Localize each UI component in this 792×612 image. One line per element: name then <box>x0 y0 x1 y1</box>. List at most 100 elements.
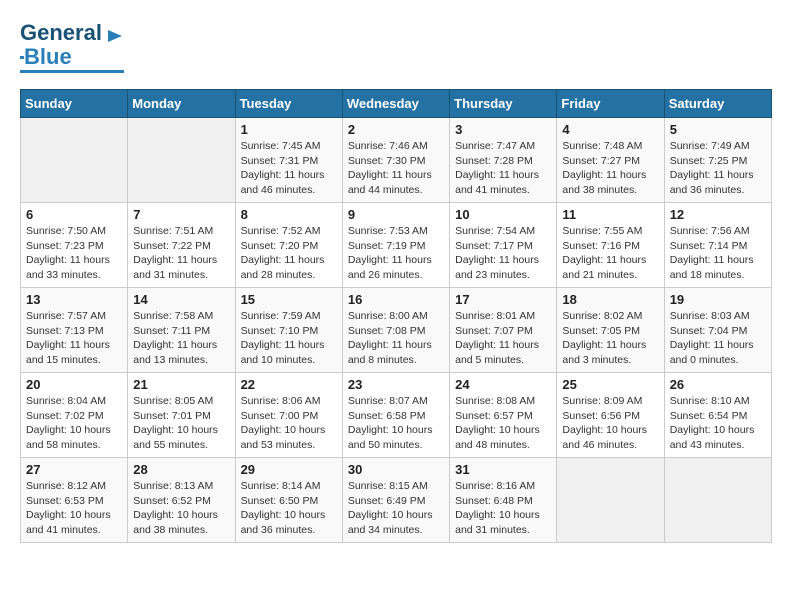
calendar-week-row: 27 Sunrise: 8:12 AM Sunset: 6:53 PM Dayli… <box>21 458 772 543</box>
calendar-cell: 28 Sunrise: 8:13 AM Sunset: 6:52 PM Dayli… <box>128 458 235 543</box>
day-info: Sunrise: 8:01 AM Sunset: 7:07 PM Dayligh… <box>455 309 551 368</box>
day-info: Sunrise: 8:02 AM Sunset: 7:05 PM Dayligh… <box>562 309 658 368</box>
day-info: Sunrise: 8:13 AM Sunset: 6:52 PM Dayligh… <box>133 479 229 538</box>
day-info: Sunrise: 7:52 AM Sunset: 7:20 PM Dayligh… <box>241 224 337 283</box>
day-info: Sunrise: 7:56 AM Sunset: 7:14 PM Dayligh… <box>670 224 766 283</box>
calendar-week-row: 20 Sunrise: 8:04 AM Sunset: 7:02 PM Dayli… <box>21 373 772 458</box>
logo-arrow-icon <box>108 28 124 44</box>
weekday-header-thursday: Thursday <box>450 90 557 118</box>
calendar-cell: 3Sunrise: 7:47 AM Sunset: 7:28 PM Daylig… <box>450 118 557 203</box>
day-info: Sunrise: 8:14 AM Sunset: 6:50 PM Dayligh… <box>241 479 337 538</box>
day-number: 24 <box>455 377 551 392</box>
weekday-header-tuesday: Tuesday <box>235 90 342 118</box>
day-number: 29 <box>241 462 337 477</box>
weekday-header-monday: Monday <box>128 90 235 118</box>
calendar-cell: 29 Sunrise: 8:14 AM Sunset: 6:50 PM Dayli… <box>235 458 342 543</box>
day-info: Sunrise: 7:49 AM Sunset: 7:25 PM Dayligh… <box>670 139 766 198</box>
day-number: 21 <box>133 377 229 392</box>
day-info: Sunrise: 8:09 AM Sunset: 6:56 PM Dayligh… <box>562 394 658 453</box>
day-info: Sunrise: 8:07 AM Sunset: 6:58 PM Dayligh… <box>348 394 444 453</box>
day-info: Sunrise: 7:46 AM Sunset: 7:30 PM Dayligh… <box>348 139 444 198</box>
calendar-cell: 27 Sunrise: 8:12 AM Sunset: 6:53 PM Dayli… <box>21 458 128 543</box>
logo-general: General <box>20 20 102 45</box>
day-number: 17 <box>455 292 551 307</box>
calendar-cell: 22 Sunrise: 8:06 AM Sunset: 7:00 PM Dayli… <box>235 373 342 458</box>
calendar-cell <box>21 118 128 203</box>
day-number: 31 <box>455 462 551 477</box>
day-info: Sunrise: 8:16 AM Sunset: 6:48 PM Dayligh… <box>455 479 551 538</box>
calendar-cell: 20 Sunrise: 8:04 AM Sunset: 7:02 PM Dayli… <box>21 373 128 458</box>
calendar-cell: 7 Sunrise: 7:51 AM Sunset: 7:22 PM Daylig… <box>128 203 235 288</box>
day-number: 30 <box>348 462 444 477</box>
calendar-cell: 15Sunrise: 7:59 AM Sunset: 7:10 PM Dayli… <box>235 288 342 373</box>
calendar-week-row: 6 Sunrise: 7:50 AM Sunset: 7:23 PM Daylig… <box>21 203 772 288</box>
weekday-header-sunday: Sunday <box>21 90 128 118</box>
calendar-cell <box>557 458 664 543</box>
calendar-table: SundayMondayTuesdayWednesdayThursdayFrid… <box>20 89 772 543</box>
calendar-cell: 14Sunrise: 7:58 AM Sunset: 7:11 PM Dayli… <box>128 288 235 373</box>
day-number: 5 <box>670 122 766 137</box>
weekday-header-friday: Friday <box>557 90 664 118</box>
calendar-cell: 4 Sunrise: 7:48 AM Sunset: 7:27 PM Daylig… <box>557 118 664 203</box>
day-info: Sunrise: 8:08 AM Sunset: 6:57 PM Dayligh… <box>455 394 551 453</box>
calendar-cell: 11 Sunrise: 7:55 AM Sunset: 7:16 PM Dayli… <box>557 203 664 288</box>
calendar-cell: 12 Sunrise: 7:56 AM Sunset: 7:14 PM Dayli… <box>664 203 771 288</box>
calendar-cell: 30 Sunrise: 8:15 AM Sunset: 6:49 PM Dayli… <box>342 458 449 543</box>
day-info: Sunrise: 7:54 AM Sunset: 7:17 PM Dayligh… <box>455 224 551 283</box>
day-number: 11 <box>562 207 658 222</box>
day-number: 9 <box>348 207 444 222</box>
calendar-cell: 26Sunrise: 8:10 AM Sunset: 6:54 PM Dayli… <box>664 373 771 458</box>
calendar-cell: 24 Sunrise: 8:08 AM Sunset: 6:57 PM Dayli… <box>450 373 557 458</box>
weekday-header-saturday: Saturday <box>664 90 771 118</box>
calendar-cell: 19 Sunrise: 8:03 AM Sunset: 7:04 PM Dayli… <box>664 288 771 373</box>
page-header: General Blue <box>20 20 772 73</box>
day-number: 6 <box>26 207 122 222</box>
day-number: 8 <box>241 207 337 222</box>
day-info: Sunrise: 7:45 AM Sunset: 7:31 PM Dayligh… <box>241 139 337 198</box>
day-number: 22 <box>241 377 337 392</box>
calendar-cell: 9 Sunrise: 7:53 AM Sunset: 7:19 PM Daylig… <box>342 203 449 288</box>
logo-underline <box>20 70 124 73</box>
day-number: 4 <box>562 122 658 137</box>
day-info: Sunrise: 7:48 AM Sunset: 7:27 PM Dayligh… <box>562 139 658 198</box>
day-number: 3 <box>455 122 551 137</box>
calendar-week-row: 1 Sunrise: 7:45 AM Sunset: 7:31 PM Daylig… <box>21 118 772 203</box>
calendar-cell: 5 Sunrise: 7:49 AM Sunset: 7:25 PM Daylig… <box>664 118 771 203</box>
day-info: Sunrise: 8:15 AM Sunset: 6:49 PM Dayligh… <box>348 479 444 538</box>
day-number: 25 <box>562 377 658 392</box>
day-info: Sunrise: 8:03 AM Sunset: 7:04 PM Dayligh… <box>670 309 766 368</box>
calendar-cell: 6 Sunrise: 7:50 AM Sunset: 7:23 PM Daylig… <box>21 203 128 288</box>
day-number: 19 <box>670 292 766 307</box>
day-info: Sunrise: 8:04 AM Sunset: 7:02 PM Dayligh… <box>26 394 122 453</box>
day-info: Sunrise: 8:12 AM Sunset: 6:53 PM Dayligh… <box>26 479 122 538</box>
day-number: 2 <box>348 122 444 137</box>
day-info: Sunrise: 7:53 AM Sunset: 7:19 PM Dayligh… <box>348 224 444 283</box>
calendar-cell: 10 Sunrise: 7:54 AM Sunset: 7:17 PM Dayli… <box>450 203 557 288</box>
day-number: 16 <box>348 292 444 307</box>
calendar-cell: 2 Sunrise: 7:46 AM Sunset: 7:30 PM Daylig… <box>342 118 449 203</box>
day-number: 1 <box>241 122 337 137</box>
calendar-cell: 31 Sunrise: 8:16 AM Sunset: 6:48 PM Dayli… <box>450 458 557 543</box>
day-info: Sunrise: 8:00 AM Sunset: 7:08 PM Dayligh… <box>348 309 444 368</box>
calendar-cell: 18Sunrise: 8:02 AM Sunset: 7:05 PM Dayli… <box>557 288 664 373</box>
day-info: Sunrise: 7:55 AM Sunset: 7:16 PM Dayligh… <box>562 224 658 283</box>
day-number: 27 <box>26 462 122 477</box>
day-number: 20 <box>26 377 122 392</box>
calendar-cell: 25 Sunrise: 8:09 AM Sunset: 6:56 PM Dayli… <box>557 373 664 458</box>
day-info: Sunrise: 7:50 AM Sunset: 7:23 PM Dayligh… <box>26 224 122 283</box>
logo-blue: Blue <box>24 46 72 68</box>
day-number: 13 <box>26 292 122 307</box>
day-info: Sunrise: 7:51 AM Sunset: 7:22 PM Dayligh… <box>133 224 229 283</box>
day-number: 7 <box>133 207 229 222</box>
day-number: 26 <box>670 377 766 392</box>
calendar-week-row: 13Sunrise: 7:57 AM Sunset: 7:13 PM Dayli… <box>21 288 772 373</box>
calendar-cell <box>664 458 771 543</box>
calendar-cell: 17 Sunrise: 8:01 AM Sunset: 7:07 PM Dayli… <box>450 288 557 373</box>
day-info: Sunrise: 8:06 AM Sunset: 7:00 PM Dayligh… <box>241 394 337 453</box>
day-number: 23 <box>348 377 444 392</box>
calendar-cell: 8 Sunrise: 7:52 AM Sunset: 7:20 PM Daylig… <box>235 203 342 288</box>
day-info: Sunrise: 8:05 AM Sunset: 7:01 PM Dayligh… <box>133 394 229 453</box>
day-number: 12 <box>670 207 766 222</box>
day-number: 28 <box>133 462 229 477</box>
day-number: 10 <box>455 207 551 222</box>
